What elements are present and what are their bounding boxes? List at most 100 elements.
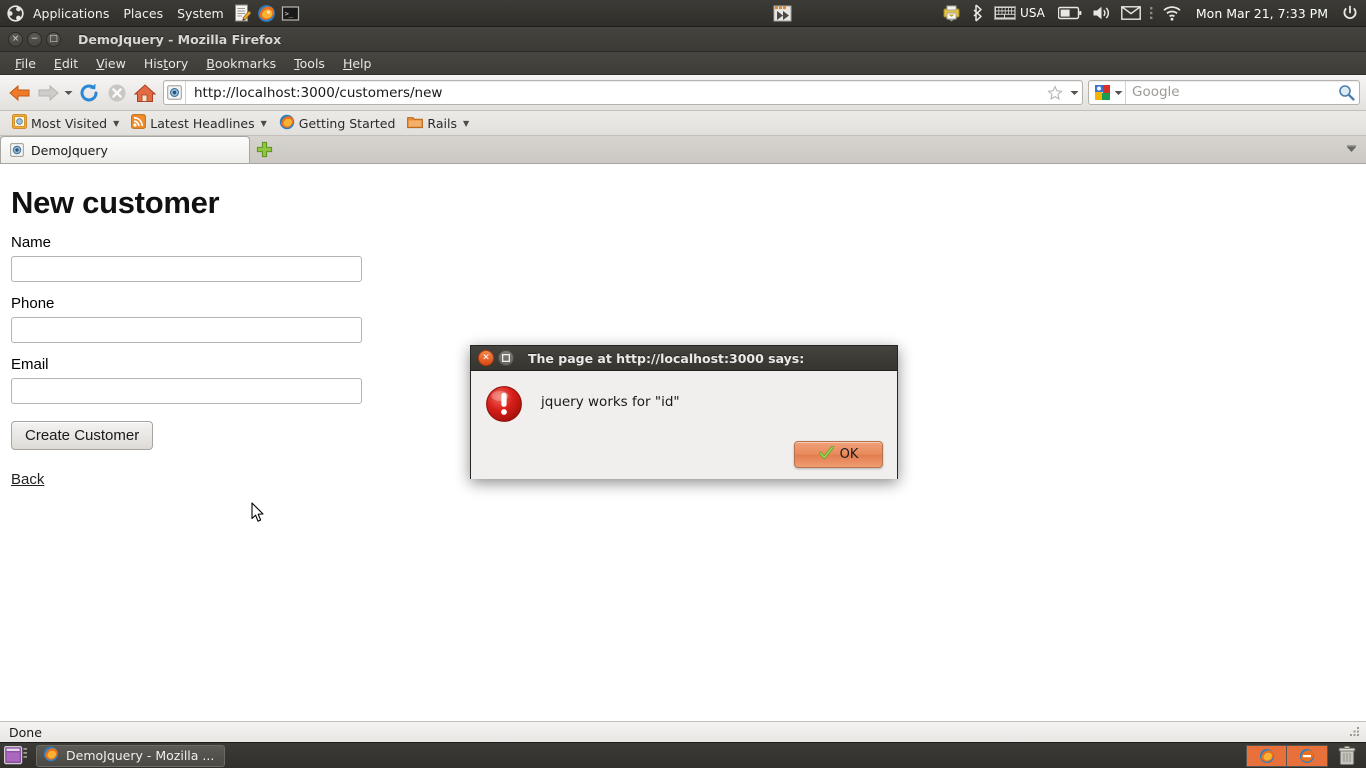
- menu-help[interactable]: Help: [334, 54, 381, 73]
- menu-view[interactable]: View: [87, 54, 135, 73]
- url-bar[interactable]: http://localhost:3000/customers/new: [163, 80, 1083, 105]
- window-minimize-button[interactable]: −: [27, 31, 42, 47]
- menu-edit[interactable]: Edit: [45, 54, 87, 73]
- google-icon[interactable]: [1089, 85, 1111, 100]
- name-input[interactable]: [11, 256, 362, 282]
- chevron-down-icon[interactable]: ▼: [113, 119, 119, 128]
- email-input[interactable]: [11, 378, 362, 404]
- home-icon[interactable]: [131, 79, 159, 107]
- create-customer-button[interactable]: Create Customer: [11, 421, 154, 450]
- system-menu[interactable]: System: [170, 3, 231, 24]
- mouse-cursor-icon: [251, 502, 265, 523]
- firefox-launcher-icon[interactable]: [256, 2, 278, 24]
- window-controls: × − □: [0, 31, 61, 47]
- taskbar-window-demojquery[interactable]: DemoJquery - Mozilla ...: [36, 744, 226, 767]
- places-menu[interactable]: Places: [116, 3, 170, 24]
- dialog-titlebar: ✕ The page at http://localhost:3000 says…: [471, 346, 897, 371]
- search-icon[interactable]: [1333, 84, 1359, 101]
- menu-history[interactable]: History: [135, 54, 197, 73]
- forward-arrow-icon[interactable]: [34, 79, 62, 107]
- back-arrow-icon[interactable]: [6, 79, 34, 107]
- printer-icon[interactable]: [937, 0, 966, 27]
- menu-bookmarks[interactable]: Bookmarks: [197, 54, 285, 73]
- bookmark-getting-started[interactable]: Getting Started: [273, 112, 402, 135]
- firefox-statusbar: Done: [0, 721, 1366, 742]
- tab-demojquery[interactable]: DemoJquery: [0, 136, 250, 163]
- text-editor-launcher-icon[interactable]: [232, 2, 254, 24]
- power-icon[interactable]: [1337, 0, 1363, 27]
- url-text: http://localhost:3000/customers/new: [194, 84, 443, 101]
- envelope-icon[interactable]: [1116, 0, 1146, 27]
- phone-input[interactable]: [11, 317, 362, 343]
- name-label: Name: [11, 234, 52, 251]
- dialog-ok-label: OK: [839, 447, 859, 462]
- firefox-navigation-toolbar: http://localhost:3000/customers/new Goog…: [0, 75, 1366, 111]
- gnome-top-panel: Applications Places System >_ USA Mon Ma…: [0, 0, 1366, 27]
- bluetooth-icon[interactable]: [966, 0, 989, 27]
- bookmark-label: Rails: [427, 115, 457, 131]
- urlbar-chevron-down-icon[interactable]: [1066, 90, 1082, 96]
- chevron-down-icon[interactable]: ▼: [261, 119, 267, 128]
- bookmark-star-icon[interactable]: [1044, 84, 1066, 101]
- bookmark-latest-headlines[interactable]: Latest Headlines ▼: [125, 112, 273, 134]
- bookmark-rails[interactable]: Rails ▼: [401, 113, 475, 134]
- window-list-icon[interactable]: [768, 0, 797, 27]
- dialog-message-row: jquery works for "id": [485, 385, 883, 423]
- ubuntu-logo-icon[interactable]: [4, 0, 26, 27]
- taskbar-window-label: DemoJquery - Mozilla ...: [66, 748, 215, 763]
- volume-icon[interactable]: [1087, 0, 1116, 27]
- back-link[interactable]: Back: [11, 471, 44, 488]
- bookmark-label: Latest Headlines: [150, 115, 255, 131]
- dialog-maximize-icon[interactable]: [498, 350, 514, 366]
- wifi-icon[interactable]: [1157, 0, 1187, 27]
- field-group-phone: Phone: [11, 295, 1366, 343]
- show-desktop-icon[interactable]: [2, 744, 30, 768]
- panel-clock[interactable]: Mon Mar 21, 7:33 PM: [1187, 0, 1337, 27]
- window-maximize-button[interactable]: □: [46, 31, 61, 47]
- all-tabs-chevron-down-icon[interactable]: [1340, 139, 1362, 159]
- resize-grip-icon[interactable]: [1347, 724, 1363, 740]
- reload-icon[interactable]: [75, 79, 103, 107]
- new-tab-plus-icon[interactable]: [250, 136, 278, 163]
- tray-separator-icon: [1146, 0, 1157, 27]
- bookmark-label: Getting Started: [298, 115, 396, 131]
- error-alert-icon: [485, 385, 523, 423]
- phone-label: Phone: [11, 295, 55, 312]
- page-favicon-icon: [9, 142, 25, 158]
- dialog-title: The page at http://localhost:3000 says:: [528, 350, 805, 366]
- stop-icon[interactable]: [103, 79, 131, 107]
- history-dropdown-chevron-down-icon[interactable]: [62, 79, 75, 107]
- menu-tools[interactable]: Tools: [285, 54, 334, 73]
- keyboard-icon[interactable]: [989, 0, 1017, 27]
- battery-icon[interactable]: [1053, 0, 1087, 27]
- dialog-ok-button[interactable]: OK: [794, 441, 883, 468]
- dialog-button-row: OK: [485, 423, 883, 479]
- firefox-icon: [279, 114, 295, 133]
- bookmark-label: Most Visited: [31, 115, 108, 131]
- chevron-down-icon[interactable]: ▼: [463, 119, 469, 128]
- field-group-name: Name: [11, 234, 1366, 282]
- firefox-menubar: File Edit View History Bookmarks Tools H…: [0, 52, 1366, 75]
- search-input[interactable]: Google: [1125, 81, 1333, 104]
- firefox-icon: [43, 746, 59, 765]
- dialog-message-text: jquery works for "id": [541, 394, 680, 410]
- javascript-alert-dialog: ✕ The page at http://localhost:3000 says…: [470, 345, 898, 479]
- menu-file[interactable]: File: [6, 54, 45, 73]
- workspace-2[interactable]: [1287, 745, 1327, 766]
- applications-menu[interactable]: Applications: [26, 3, 116, 24]
- terminal-launcher-icon[interactable]: >_: [280, 2, 302, 24]
- svg-text:>_: >_: [285, 10, 294, 18]
- keyboard-layout-label[interactable]: USA: [1017, 0, 1053, 27]
- dialog-close-icon[interactable]: ✕: [478, 350, 494, 366]
- search-bar[interactable]: Google: [1088, 80, 1360, 105]
- panel-tray: USA Mon Mar 21, 7:33 PM: [937, 0, 1366, 26]
- bookmark-most-visited[interactable]: Most Visited ▼: [6, 112, 125, 134]
- dialog-body: jquery works for "id" OK: [471, 371, 897, 479]
- window-close-button[interactable]: ×: [8, 31, 23, 47]
- workspace-switcher: [1246, 744, 1328, 767]
- panel-left-section: Applications Places System >_: [0, 0, 303, 26]
- search-engine-chevron-down-icon[interactable]: [1111, 90, 1125, 96]
- page-title: New customer: [11, 185, 220, 220]
- trash-icon[interactable]: [1334, 744, 1360, 768]
- workspace-1[interactable]: [1247, 745, 1287, 766]
